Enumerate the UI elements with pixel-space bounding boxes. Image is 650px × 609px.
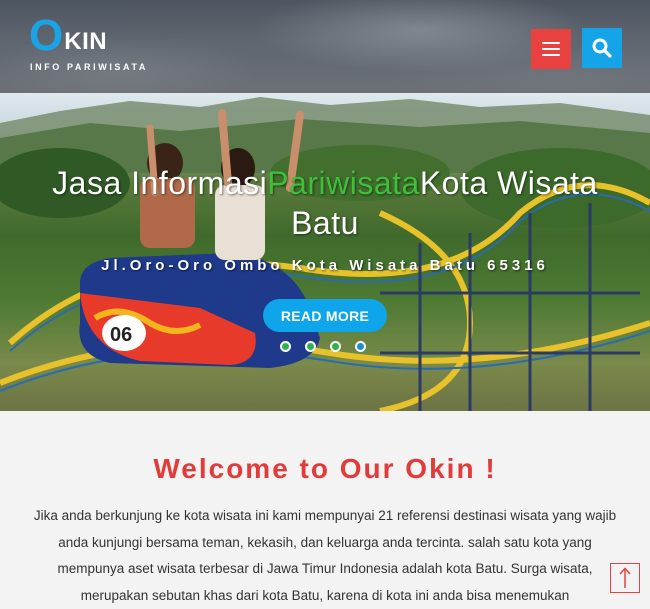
slider-dots (280, 341, 366, 352)
hero-slider: 06 Jasa InformasiPariwisataKota Wisata B… (0, 93, 650, 411)
hamburger-icon-bar (542, 54, 560, 56)
search-button[interactable] (582, 28, 622, 68)
hero-title-accent: Pariwisata (267, 165, 420, 201)
logo-subtitle: INFO PARIWISATA (30, 62, 148, 72)
search-icon (592, 38, 612, 58)
hamburger-icon-bar (542, 42, 560, 44)
slider-dot-1[interactable] (280, 341, 291, 352)
welcome-section: Welcome to Our Okin ! Jika anda berkunju… (0, 411, 650, 603)
hero-title-part1: Jasa Informasi (52, 165, 268, 201)
svg-text:06: 06 (110, 324, 132, 346)
read-more-button[interactable]: READ MORE (263, 299, 387, 332)
slider-dot-2[interactable] (305, 341, 316, 352)
hero-subtitle: Jl.Oro-Oro Ombo Kota Wisata Batu 65316 (101, 257, 549, 274)
arrow-up-icon (619, 567, 631, 588)
hamburger-icon-bar (542, 48, 560, 50)
hero-background-image: 06 (0, 97, 650, 411)
welcome-paragraph: Jika anda berkunjung ke kota wisata ini … (33, 508, 617, 603)
menu-button[interactable] (531, 29, 571, 69)
slider-dot-3[interactable] (330, 341, 341, 352)
hero-title: Jasa InformasiPariwisataKota Wisata Batu (40, 163, 610, 243)
welcome-title: Welcome to Our Okin ! (153, 453, 497, 484)
back-to-top-button[interactable] (610, 563, 640, 593)
slider-dot-4[interactable] (355, 341, 366, 352)
logo-mark: O KIN (29, 11, 148, 60)
site-logo[interactable]: O KIN INFO PARIWISATA (29, 11, 148, 73)
site-header: O KIN INFO PARIWISATA (0, 0, 650, 93)
logo-text: KIN (64, 28, 108, 55)
logo-letter: O (29, 11, 64, 60)
